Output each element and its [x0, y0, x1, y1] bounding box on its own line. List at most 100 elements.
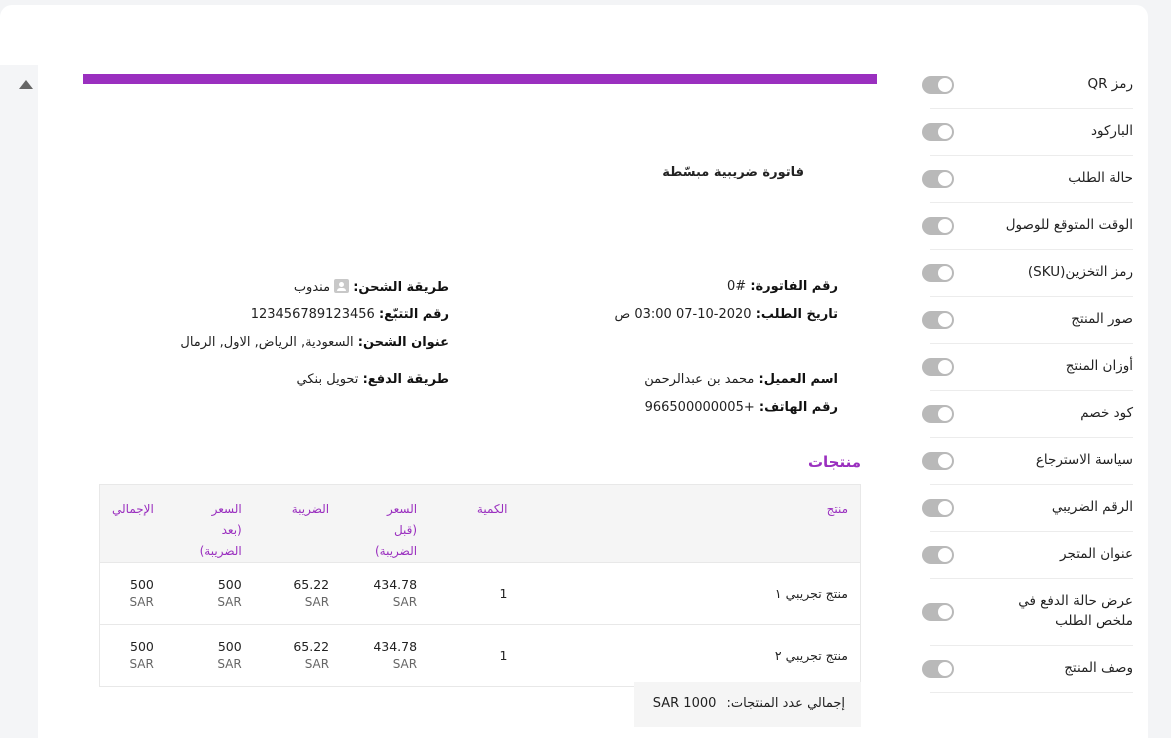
products-total-box: إجمالي عدد المنتجات: SAR 1000 — [634, 682, 861, 727]
toggle-switch[interactable] — [922, 76, 954, 94]
toggle-switch[interactable] — [922, 311, 954, 329]
currency: SAR — [129, 656, 154, 671]
total-label: إجمالي عدد المنتجات: — [726, 696, 845, 711]
invoice-settings-list: رمز QR الباركود حالة الطلب الوقت المتوقع… — [922, 62, 1133, 693]
header-price-after-tax: السعر (بعد الضريبة) — [165, 484, 254, 563]
price-value: 434.78 — [373, 639, 418, 655]
setting-label: سياسة الاسترجاع — [1035, 452, 1133, 469]
product-quantity: 1 — [429, 624, 520, 687]
field-value: السعودية, الرياض, الاول, الرمال — [180, 335, 354, 350]
invoice-title: فاتورة ضريبية مبسّطة — [662, 165, 804, 180]
field-label: رقم الفاتورة: — [750, 279, 838, 294]
currency: SAR — [217, 656, 242, 671]
product-price-after-tax: 500 SAR — [165, 562, 254, 625]
field-value: مندوب — [293, 280, 331, 295]
product-tax: 65.22 SAR — [253, 562, 342, 625]
setting-store-address: عنوان المتجر — [922, 532, 1133, 579]
tracking-number: رقم التتبّع: 123456789123456 — [251, 307, 449, 322]
total-value: 500 — [130, 577, 154, 593]
toggle-switch[interactable] — [922, 264, 954, 282]
currency: SAR — [129, 594, 154, 609]
currency: SAR — [392, 656, 418, 671]
setting-payment-status: عرض حالة الدفع في ملخص الطلب — [922, 579, 1133, 646]
price-value: 434.78 — [373, 577, 418, 593]
field-label: تاريخ الطلب: — [755, 307, 838, 322]
product-name: منتج تجريبي ١ — [519, 562, 861, 625]
products-table: منتج الكمية السعر (قبل الضريبة) الضريبة … — [99, 484, 861, 687]
field-label: اسم العميل: — [758, 372, 838, 387]
toggle-switch[interactable] — [922, 603, 954, 621]
setting-product-description: وصف المنتج — [922, 646, 1133, 693]
main-card: رمز QR الباركود حالة الطلب الوقت المتوقع… — [0, 5, 1148, 738]
setting-product-images: صور المنتج — [922, 297, 1133, 344]
setting-label: أوزان المنتج — [1065, 358, 1133, 375]
toggle-switch[interactable] — [922, 217, 954, 235]
total-value: SAR 1000 — [652, 696, 717, 711]
setting-label: حالة الطلب — [1068, 170, 1133, 187]
currency: SAR — [217, 594, 242, 609]
header-price-label: السعر — [386, 502, 418, 516]
field-value: 2020-10-07 03:00 ص — [614, 307, 752, 322]
tax-value: 65.22 — [293, 577, 330, 593]
product-price-after-tax: 500 SAR — [165, 624, 254, 687]
toggle-switch[interactable] — [922, 405, 954, 423]
header-price-after-note: (بعد الضريبة) — [199, 523, 242, 558]
header-product: منتج — [519, 484, 861, 563]
field-value: #0 — [726, 279, 747, 294]
setting-label: الوقت المتوقع للوصول — [1005, 217, 1133, 234]
payment-method: طريقة الدفع: تحويل بنكي — [297, 372, 449, 387]
toggle-switch[interactable] — [922, 123, 954, 141]
header-price-before-tax: السعر (قبل الضريبة) — [341, 484, 430, 563]
delivery-person-icon — [334, 279, 350, 293]
left-strip — [0, 65, 38, 738]
header-quantity: الكمية — [429, 484, 520, 563]
field-value: محمد بن عبدالرحمن — [644, 372, 755, 387]
toggle-switch[interactable] — [922, 546, 954, 564]
toggle-switch[interactable] — [922, 170, 954, 188]
toggle-switch[interactable] — [922, 358, 954, 376]
setting-label: عنوان المتجر — [1060, 546, 1133, 563]
toggle-switch[interactable] — [922, 452, 954, 470]
setting-order-status: حالة الطلب — [922, 156, 1133, 203]
shipping-method: طريقة الشحن: مندوب — [294, 279, 449, 295]
product-price: 434.78 SAR — [341, 624, 430, 687]
price-after-value: 500 — [217, 577, 242, 593]
field-label: طريقة الشحن: — [353, 280, 449, 295]
setting-label: صور المنتج — [1071, 311, 1133, 328]
products-section-title: منتجات — [807, 453, 861, 471]
header-price-after-label: السعر — [211, 502, 242, 516]
total-value: 500 — [130, 639, 154, 655]
setting-qr: رمز QR — [922, 62, 1133, 109]
product-tax: 65.22 SAR — [253, 624, 342, 687]
phone-number: رقم الهاتف: +966500000005 — [645, 400, 838, 415]
setting-label: كود خصم — [1080, 405, 1133, 422]
setting-label: الرقم الضريبي — [1051, 499, 1133, 516]
setting-discount-code: كود خصم — [922, 391, 1133, 438]
toggle-switch[interactable] — [922, 660, 954, 678]
invoice-number: رقم الفاتورة: #0 — [727, 279, 838, 294]
field-value: تحويل بنكي — [296, 372, 359, 387]
setting-sku: رمز التخزين(SKU) — [922, 250, 1133, 297]
field-value: +966500000005 — [644, 400, 755, 415]
tax-value: 65.22 — [293, 639, 330, 655]
currency: SAR — [392, 594, 418, 609]
header-price-note: (قبل الضريبة) — [374, 523, 418, 558]
setting-tax-number: الرقم الضريبي — [922, 485, 1133, 532]
product-quantity: 1 — [429, 562, 520, 625]
product-name: منتج تجريبي ٢ — [519, 624, 861, 687]
field-label: رقم التتبّع: — [378, 307, 449, 322]
field-label: رقم الهاتف: — [758, 400, 838, 415]
order-date: تاريخ الطلب: 2020-10-07 03:00 ص — [615, 307, 839, 322]
currency: SAR — [304, 656, 330, 671]
table-row: منتج تجريبي ١ 1 434.78 SAR 65.22 SAR 500… — [99, 562, 861, 625]
setting-label: رمز التخزين(SKU) — [1027, 264, 1133, 281]
currency: SAR — [304, 594, 330, 609]
toggle-switch[interactable] — [922, 499, 954, 517]
collapse-up-icon[interactable] — [18, 79, 34, 91]
table-row: منتج تجريبي ٢ 1 434.78 SAR 65.22 SAR 500… — [99, 624, 861, 687]
field-label: عنوان الشحن: — [357, 335, 449, 350]
setting-eta: الوقت المتوقع للوصول — [922, 203, 1133, 250]
setting-product-weights: أوزان المنتج — [922, 344, 1133, 391]
product-total: 500 SAR — [99, 562, 166, 625]
setting-label: الباركود — [1091, 123, 1133, 140]
